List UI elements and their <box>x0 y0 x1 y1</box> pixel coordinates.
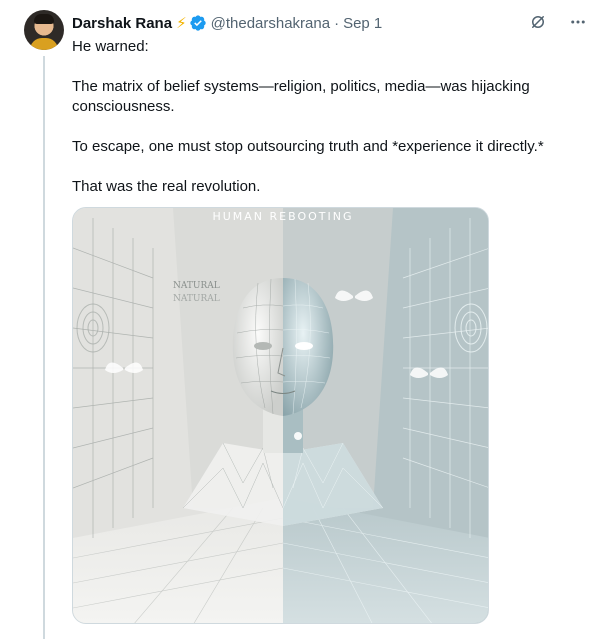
avatar[interactable] <box>24 10 64 50</box>
tweet-paragraph: To escape, one must stop outsourcing tru… <box>72 138 544 155</box>
image-title: HUMAN REBOOTING <box>212 210 353 223</box>
tweet-text: He warned: The matrix of belief systems—… <box>72 37 582 217</box>
verified-badge-icon[interactable] <box>189 14 207 32</box>
author-handle[interactable]: @thedarshakrana <box>211 15 330 32</box>
bolt-emoji: ⚡ <box>176 15 187 32</box>
tweet-paragraph: He warned: <box>72 38 149 55</box>
tweet-header: Darshak Rana ⚡ @thedarshakrana · Sep 1 <box>72 12 382 34</box>
tweet-paragraph: That was the real revolution. <box>72 178 261 195</box>
generated-artwork: HUMAN REBOOTING NATURAL NATURAL <box>73 208 488 623</box>
image-label-natural: NATURAL <box>173 281 220 291</box>
tweet-card[interactable]: Darshak Rana ⚡ @thedarshakrana · Sep 1 H… <box>0 0 602 639</box>
grok-icon[interactable] <box>528 12 548 32</box>
tweet-image[interactable]: HUMAN REBOOTING NATURAL NATURAL <box>72 207 489 624</box>
avatar-hair <box>34 14 54 24</box>
separator-dot: · <box>334 14 340 32</box>
avatar-shirt <box>30 38 58 50</box>
author-name[interactable]: Darshak Rana <box>72 15 172 32</box>
tweet-actions <box>528 12 588 32</box>
image-label-natural: NATURAL <box>173 294 220 304</box>
tweet-date[interactable]: Sep 1 <box>343 15 382 32</box>
more-icon[interactable] <box>568 12 588 32</box>
tweet-paragraph: The matrix of belief systems—religion, p… <box>72 78 530 115</box>
thread-line <box>43 56 45 639</box>
